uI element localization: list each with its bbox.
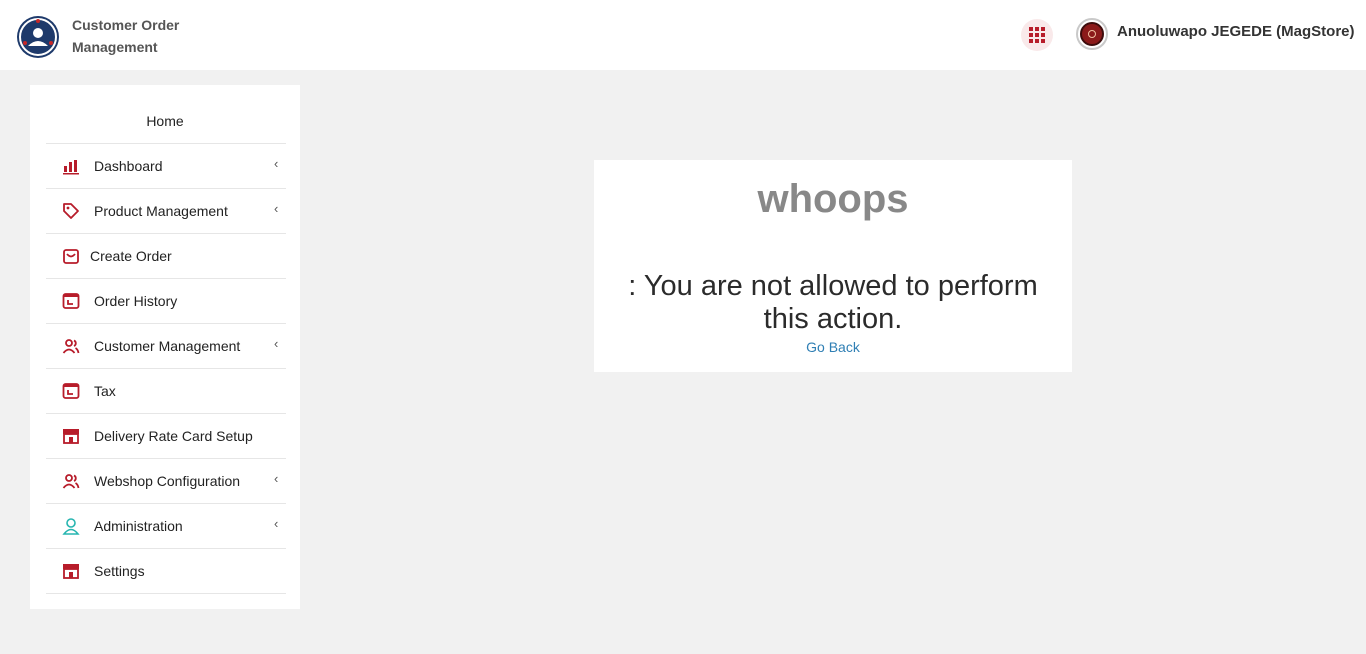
chevron-icon: ‹ <box>274 156 279 171</box>
sidebar-item-order-history[interactable]: Order History <box>46 279 286 324</box>
chevron-icon: ‹ <box>274 516 279 531</box>
app-title: Customer Order Management <box>72 17 180 55</box>
sidebar-item-delivery-rate-card-setup[interactable]: Delivery Rate Card Setup <box>46 414 286 459</box>
calendar-icon <box>62 382 80 400</box>
app-logo[interactable] <box>17 16 59 58</box>
sidebar-item-dashboard[interactable]: Dashboard ‹ <box>46 144 286 189</box>
user-avatar[interactable] <box>1076 18 1108 50</box>
sidebar-item-label: Order History <box>94 293 178 309</box>
shopping-bag-icon <box>62 247 80 265</box>
logo-icon <box>19 18 57 56</box>
sidebar-menu: Dashboard ‹ Product Management ‹ Create … <box>46 143 286 594</box>
sidebar-item-label: Delivery Rate Card Setup <box>94 428 253 444</box>
sidebar-item-label: Customer Management <box>94 338 241 354</box>
sidebar-item-label: Dashboard <box>94 158 163 174</box>
error-title: whoops <box>757 177 909 221</box>
store-icon <box>62 427 80 445</box>
sidebar-item-create-order[interactable]: Create Order <box>46 234 286 279</box>
users-icon <box>62 472 80 490</box>
sidebar: Home Dashboard ‹ Product Management ‹ Cr… <box>30 85 300 609</box>
apps-grid-button[interactable] <box>1021 19 1053 51</box>
go-back-link[interactable]: Go Back <box>594 339 1072 355</box>
user-name[interactable]: Anuoluwapo JEGEDE (MagStore) <box>1117 23 1355 40</box>
users-icon <box>62 337 80 355</box>
error-message: : You are not allowed to perform this ac… <box>628 270 1038 335</box>
store-icon <box>62 562 80 580</box>
grid-icon <box>1029 27 1045 43</box>
bar-chart-icon <box>62 157 80 175</box>
avatar-emblem <box>1080 22 1104 46</box>
sidebar-home[interactable]: Home <box>30 113 300 129</box>
top-bar: Customer Order Management Anuoluwapo JEG… <box>0 0 1366 70</box>
calendar-icon <box>62 292 80 310</box>
sidebar-item-label: Webshop Configuration <box>94 473 241 489</box>
sidebar-item-tax[interactable]: Tax <box>46 369 286 414</box>
tag-icon <box>62 202 80 220</box>
error-card: whoops : You are not allowed to perform … <box>594 160 1072 372</box>
sidebar-item-product-management[interactable]: Product Management ‹ <box>46 189 286 234</box>
user-icon <box>62 517 80 535</box>
sidebar-item-administration[interactable]: Administration ‹ <box>46 504 286 549</box>
chevron-icon: ‹ <box>274 201 279 216</box>
chevron-icon: ‹ <box>274 336 279 351</box>
sidebar-item-settings[interactable]: Settings <box>46 549 286 594</box>
sidebar-item-label: Settings <box>94 563 145 579</box>
sidebar-item-label: Product Management <box>94 203 228 219</box>
sidebar-item-webshop-configuration[interactable]: Webshop Configuration ‹ <box>46 459 286 504</box>
sidebar-item-label: Create Order <box>90 248 172 264</box>
sidebar-item-label: Administration <box>94 518 183 534</box>
sidebar-item-customer-management[interactable]: Customer Management ‹ <box>46 324 286 369</box>
sidebar-item-label: Tax <box>94 383 116 399</box>
chevron-icon: ‹ <box>274 471 279 486</box>
